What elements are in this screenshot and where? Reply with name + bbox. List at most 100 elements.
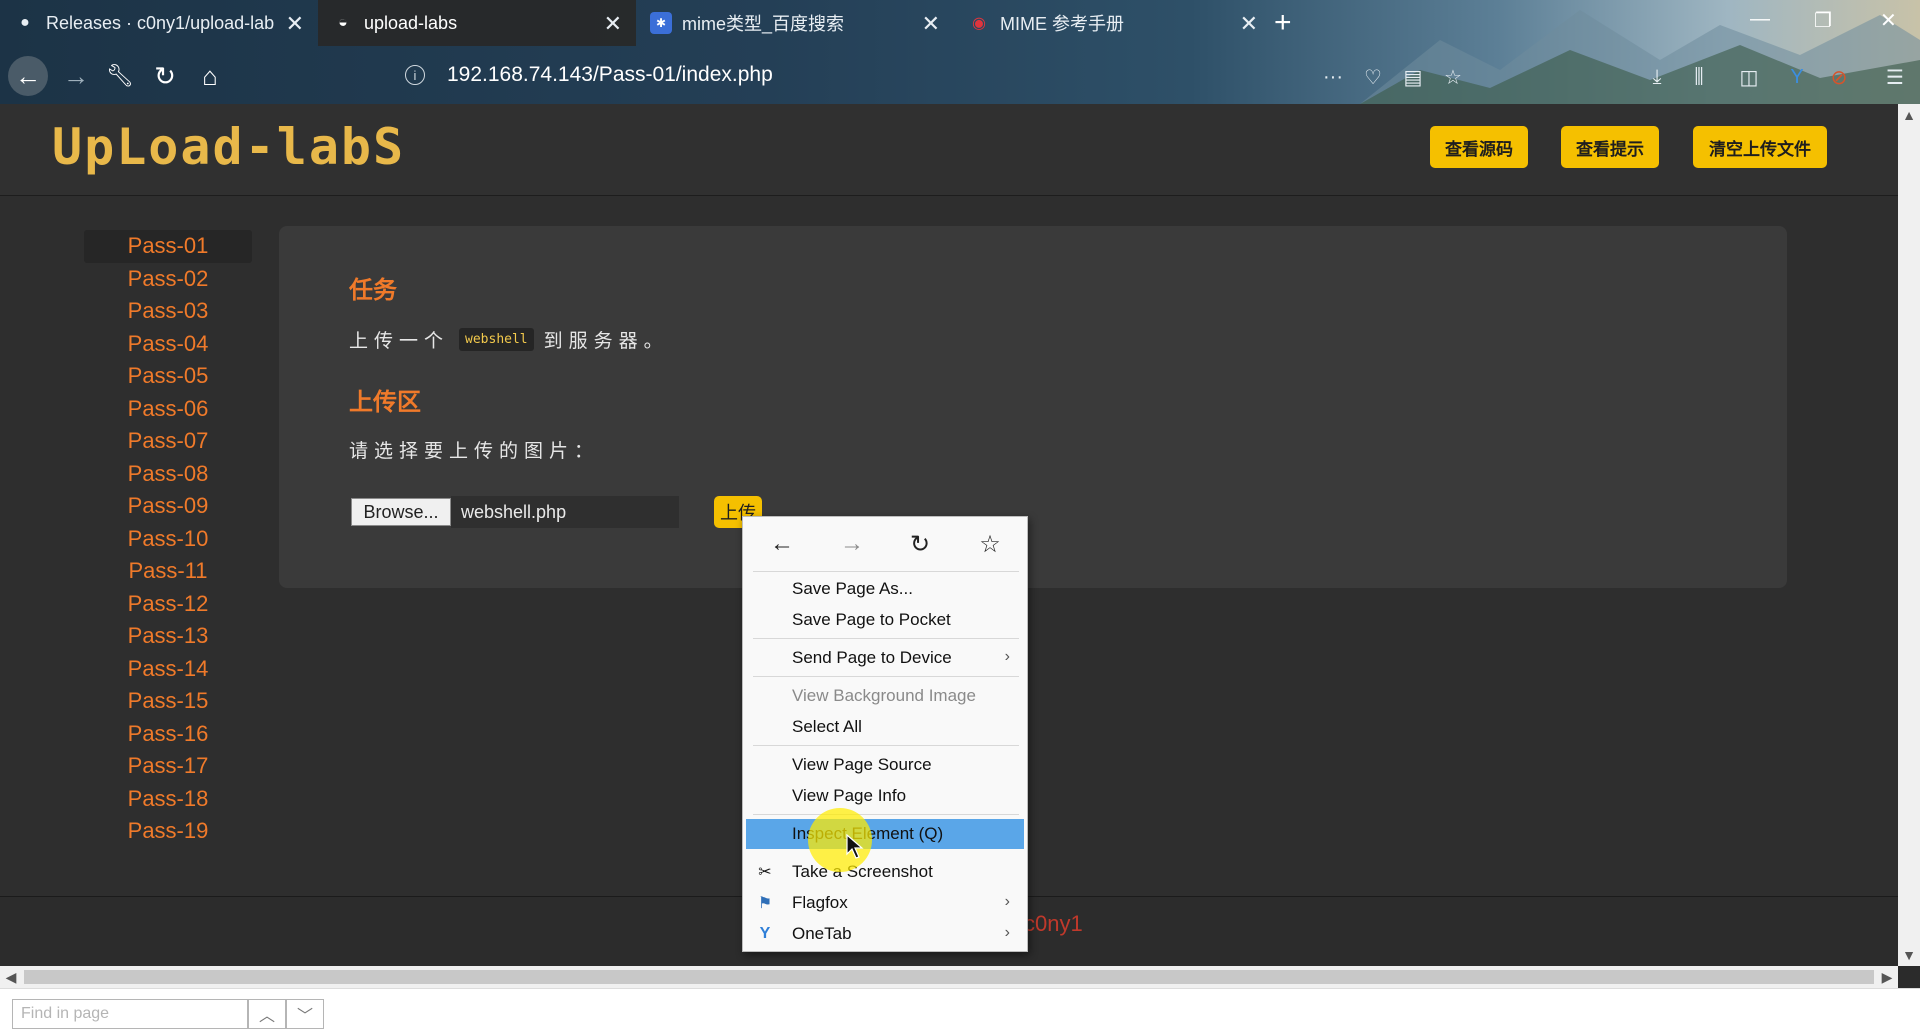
task-description: 上传一个 webshell 到服务器。 (349, 326, 669, 353)
menu-select-all[interactable]: Select All (746, 712, 1024, 742)
tab-mime-reference[interactable]: ◉ MIME 参考手册 ✕ (954, 0, 1272, 46)
address-bar[interactable]: i 192.168.74.143/Pass-01/index.php (405, 54, 1305, 96)
sidebar-item-pass-07[interactable]: Pass-07 (84, 425, 252, 458)
page-actions-icon[interactable]: ··· (1320, 64, 1346, 90)
sidebar-icon[interactable]: ◫ (1736, 64, 1762, 90)
sidebar-item-pass-02[interactable]: Pass-02 (84, 263, 252, 296)
close-tab-icon[interactable]: ✕ (922, 11, 940, 37)
menu-save-to-pocket[interactable]: Save Page to Pocket (746, 605, 1024, 635)
close-tab-icon[interactable]: ✕ (604, 11, 622, 37)
view-hint-button[interactable]: 查看提示 (1561, 126, 1659, 168)
sidebar-item-pass-01[interactable]: Pass-01 (84, 230, 252, 263)
sidebar-item-pass-06[interactable]: Pass-06 (84, 393, 252, 426)
view-source-button[interactable]: 查看源码 (1430, 126, 1528, 168)
minimize-icon[interactable]: — (1750, 8, 1770, 31)
menu-separator (753, 814, 1019, 815)
onetab-icon: Y (759, 925, 771, 942)
site-header: UpLoad-labS 查看源码 查看提示 清空上传文件 (0, 104, 1898, 196)
sidebar-item-pass-08[interactable]: Pass-08 (84, 458, 252, 491)
sidebar-item-pass-19[interactable]: Pass-19 (84, 815, 252, 848)
download-icon[interactable]: ⤓ (1644, 64, 1670, 90)
sidebar-item-pass-16[interactable]: Pass-16 (84, 718, 252, 751)
find-next-icon[interactable]: ﹀ (286, 999, 324, 1029)
choose-prompt: 请选择要上传的图片： (349, 441, 600, 462)
new-tab-button[interactable]: + (1274, 6, 1292, 40)
baidu-icon: ✱ (650, 12, 672, 34)
menu-take-screenshot[interactable]: ✂ Take a Screenshot (746, 857, 1024, 887)
tab-baidu-search[interactable]: ✱ mime类型_百度搜索 ✕ (636, 0, 954, 46)
find-input[interactable]: Find in page (12, 999, 248, 1029)
vertical-scrollbar[interactable]: ▲ ▼ (1898, 104, 1920, 966)
scroll-thumb[interactable] (24, 970, 1874, 984)
menu-save-page-as[interactable]: Save Page As... (746, 574, 1024, 604)
restore-icon[interactable]: ❐ (1814, 8, 1832, 33)
browser-chrome: ● Releases · c0ny1/upload-lab ✕ ◒ upload… (0, 0, 1920, 104)
sidebar-item-pass-11[interactable]: Pass-11 (84, 555, 252, 588)
bookmark-star-icon[interactable]: ☆ (1440, 64, 1466, 90)
github-icon: ● (20, 14, 30, 31)
sidebar-item-pass-10[interactable]: Pass-10 (84, 523, 252, 556)
ctx-reload-icon[interactable]: ↻ (903, 527, 937, 561)
menu-view-background-image[interactable]: View Background Image (746, 681, 1024, 711)
sidebar-item-pass-14[interactable]: Pass-14 (84, 653, 252, 686)
browse-button[interactable]: Browse... (351, 498, 451, 526)
menu-flagfox[interactable]: ⚑ Flagfox › (746, 888, 1024, 918)
menu-send-to-device[interactable]: Send Page to Device › (746, 643, 1024, 673)
menu-icon[interactable]: ☰ (1882, 64, 1908, 90)
clear-uploads-button[interactable]: 清空上传文件 (1693, 126, 1827, 168)
scissors-icon: ✂ (758, 864, 772, 881)
back-button[interactable]: ← (8, 56, 48, 96)
sidebar-item-pass-05[interactable]: Pass-05 (84, 360, 252, 393)
scroll-left-icon[interactable]: ◀ (0, 966, 22, 988)
context-menu: ← → ↻ ☆ Save Page As... Save Page to Poc… (742, 516, 1028, 952)
submenu-arrow-icon: › (1004, 924, 1010, 941)
menu-inspect-element[interactable]: Inspect Element (Q) (746, 819, 1024, 849)
forward-button[interactable]: → (56, 56, 96, 96)
mouse-cursor-icon (846, 834, 864, 859)
scroll-up-icon[interactable]: ▲ (1898, 104, 1920, 126)
scroll-down-icon[interactable]: ▼ (1898, 944, 1920, 966)
site-logo[interactable]: UpLoad-labS (52, 118, 405, 176)
ctx-forward-icon[interactable]: → (835, 527, 869, 561)
sidebar-item-pass-15[interactable]: Pass-15 (84, 685, 252, 718)
sidebar-item-pass-04[interactable]: Pass-04 (84, 328, 252, 361)
tab-title: MIME 参考手册 (1000, 14, 1124, 34)
tab-upload-labs[interactable]: ◒ upload-labs ✕ (318, 0, 636, 46)
tab-releases[interactable]: ● Releases · c0ny1/upload-lab ✕ (0, 0, 318, 46)
sidebar-item-pass-13[interactable]: Pass-13 (84, 620, 252, 653)
menu-onetab[interactable]: Y OneTab › (746, 919, 1024, 949)
close-tab-icon[interactable]: ✕ (286, 11, 304, 37)
blocker-icon[interactable]: ⊘ (1826, 64, 1852, 90)
reader-view-icon[interactable]: ▤ (1400, 64, 1426, 90)
ctx-bookmark-icon[interactable]: ☆ (973, 527, 1007, 561)
sidebar-item-pass-12[interactable]: Pass-12 (84, 588, 252, 621)
sidebar-item-pass-17[interactable]: Pass-17 (84, 750, 252, 783)
menu-separator (753, 676, 1019, 677)
library-icon[interactable]: ⫼ (1686, 64, 1712, 90)
url-text: 192.168.74.143/Pass-01/index.php (447, 63, 773, 86)
wrench-icon[interactable]: 🔧︎ (100, 56, 140, 96)
reload-button[interactable]: ↻ (145, 56, 185, 96)
ctx-back-icon[interactable]: ← (765, 527, 799, 561)
menu-view-page-source[interactable]: View Page Source (746, 750, 1024, 780)
selected-file-name[interactable]: webshell.php (451, 496, 679, 528)
menu-view-page-info[interactable]: View Page Info (746, 781, 1024, 811)
home-button[interactable]: ⌂ (190, 56, 230, 96)
sidebar-item-pass-03[interactable]: Pass-03 (84, 295, 252, 328)
firefox-icon: ◒ (338, 14, 348, 31)
pocket-icon[interactable]: ♡ (1360, 64, 1386, 90)
menu-label: Send Page to Device (792, 648, 952, 667)
close-window-icon[interactable]: ✕ (1880, 8, 1897, 33)
sidebar-item-pass-18[interactable]: Pass-18 (84, 783, 252, 816)
sidebar-item-pass-09[interactable]: Pass-09 (84, 490, 252, 523)
nav-toolbar: ← → 🔧︎ ↻ ⌂ i 192.168.74.143/Pass-01/inde… (0, 50, 1920, 102)
find-bar: Find in page ︿ ﹀ (0, 988, 1920, 1033)
horizontal-scrollbar[interactable]: ◀ ▶ (0, 966, 1898, 988)
find-previous-icon[interactable]: ︿ (248, 999, 286, 1029)
close-tab-icon[interactable]: ✕ (1240, 11, 1258, 37)
scroll-right-icon[interactable]: ▶ (1876, 966, 1898, 988)
onetab-toolbar-icon[interactable]: Y (1784, 64, 1810, 90)
info-icon[interactable]: i (405, 65, 425, 85)
footer-author[interactable]: c0ny1 (1024, 911, 1083, 937)
menu-label: OneTab (792, 924, 852, 943)
